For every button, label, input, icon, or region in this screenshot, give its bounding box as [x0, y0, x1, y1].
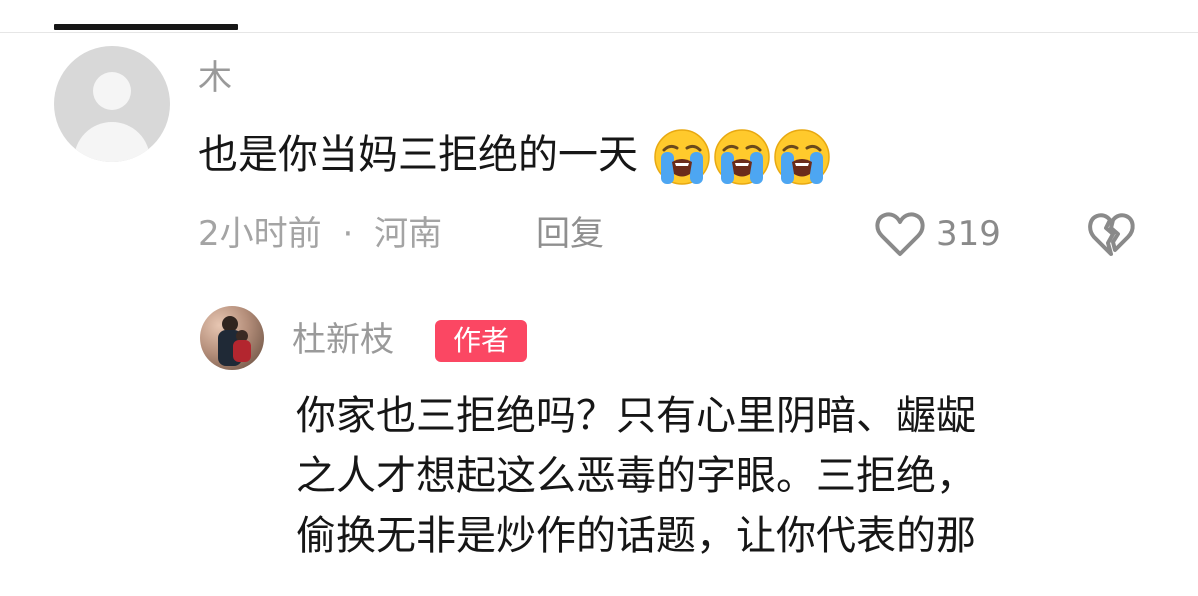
reply-text: 你家也三拒绝吗？只有心里阴暗、龌龊 之人才想起这么恶毒的字眼。三拒绝， 偷换无非… [296, 386, 1156, 566]
comment-time: 2小时前 [198, 214, 322, 254]
heart-outline-icon [875, 212, 925, 256]
dislike-button[interactable] [1086, 210, 1136, 258]
loudly-crying-face-icon [653, 129, 710, 185]
commenter-avatar[interactable] [54, 46, 170, 162]
comment-meta: 2小时前 · 河南 [198, 214, 442, 254]
comment-section: 木 也是你当妈三拒绝的一天 2小时前 · 河南 回复 319 杜新枝 作者 你家… [0, 0, 1198, 596]
active-tab-indicator [54, 24, 238, 30]
broken-heart-icon [1088, 213, 1135, 256]
comment-body: 也是你当妈三拒绝的一天 [198, 132, 638, 178]
reply-button[interactable]: 回复 [536, 214, 604, 254]
emoji-row [651, 129, 831, 185]
loudly-crying-face-icon [713, 129, 770, 185]
reply-text-line: 之人才想起这么恶毒的字眼。三拒绝， [296, 453, 976, 499]
comment-location: 河南 [374, 214, 443, 254]
reply-text-line: 偷换无非是炒作的话题，让你代表的那 [296, 513, 976, 559]
avatar-child-body [233, 340, 251, 362]
author-badge: 作者 [435, 320, 527, 362]
meta-separator: · [342, 214, 354, 254]
commenter-username[interactable]: 木 [198, 58, 232, 98]
default-avatar-shoulders [74, 122, 150, 162]
default-avatar-head [93, 72, 131, 110]
comment-text: 也是你当妈三拒绝的一天 [198, 128, 831, 186]
like-button[interactable] [874, 210, 926, 258]
like-count: 319 [936, 214, 1001, 254]
top-divider [0, 32, 1198, 33]
author-avatar[interactable] [200, 306, 264, 370]
author-username[interactable]: 杜新枝 [292, 320, 394, 360]
loudly-crying-face-icon [773, 129, 830, 185]
reply-text-line: 你家也三拒绝吗？只有心里阴暗、龌龊 [296, 393, 976, 439]
